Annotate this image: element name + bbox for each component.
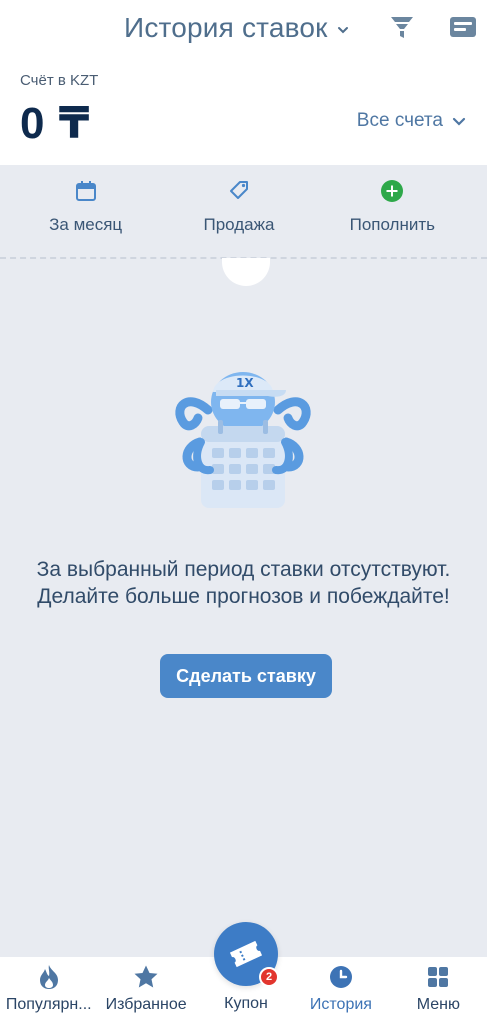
balance-value: 0 ₸ (20, 99, 91, 148)
nav-item-menu[interactable]: Меню (390, 957, 487, 1024)
quick-action-label: Пополнить (349, 214, 436, 234)
quick-action-month[interactable]: За месяц (16, 179, 156, 235)
quick-action-topup[interactable]: Пополнить (322, 179, 462, 235)
nav-item-favorites[interactable]: Избранное (97, 957, 194, 1024)
coupon-count-badge: 2 (259, 967, 279, 987)
nav-item-history[interactable]: История (292, 957, 389, 1024)
account-label: Счёт в KZT (20, 72, 99, 89)
tag-icon (227, 179, 251, 203)
mascot-illustration: 1X (175, 372, 311, 508)
calendar-icon (74, 179, 98, 203)
nav-label: Популярн... (5, 996, 92, 1013)
page-title: История ставок (124, 12, 328, 43)
clock-icon (327, 963, 355, 991)
empty-state-message: За выбранный период ставки отсутствуют. … (0, 556, 487, 610)
title-dropdown[interactable]: История ставок (124, 10, 350, 46)
page: История ставок Счёт в KZT 0 ₸ Все счета (0, 0, 487, 1024)
nav-item-popular[interactable]: Популярн... (0, 957, 97, 1024)
quick-action-label: Продажа (203, 214, 275, 234)
grid-icon (424, 963, 452, 991)
nav-label: Меню (416, 996, 460, 1013)
quick-action-sale[interactable]: Продажа (169, 179, 309, 235)
nav-label: Избранное (105, 996, 187, 1013)
nav-label: История (309, 996, 372, 1013)
coupon-label: Купон (224, 995, 268, 1012)
header: История ставок Счёт в KZT 0 ₸ Все счета (0, 0, 487, 165)
quick-actions: За месяц Продажа Пополнить (9, 165, 469, 248)
pull-handle[interactable] (222, 258, 270, 286)
accounts-selector[interactable]: Все счета (357, 110, 467, 132)
filter-icon[interactable] (387, 12, 417, 42)
svg-text:1X: 1X (236, 376, 254, 390)
ticket-icon (229, 940, 263, 968)
flame-icon (35, 963, 63, 991)
empty-state-text: За выбранный период ставки отсутствуют. … (36, 558, 451, 608)
make-bet-button[interactable]: Сделать ставку (160, 654, 332, 698)
accounts-selector-label: Все счета (356, 110, 443, 131)
plus-circle-icon (380, 179, 404, 203)
chevron-down-icon (452, 117, 466, 126)
chevron-down-icon (337, 27, 348, 34)
quick-action-label: За месяц (49, 214, 123, 234)
cards-icon[interactable] (448, 12, 478, 42)
star-icon (132, 963, 160, 991)
